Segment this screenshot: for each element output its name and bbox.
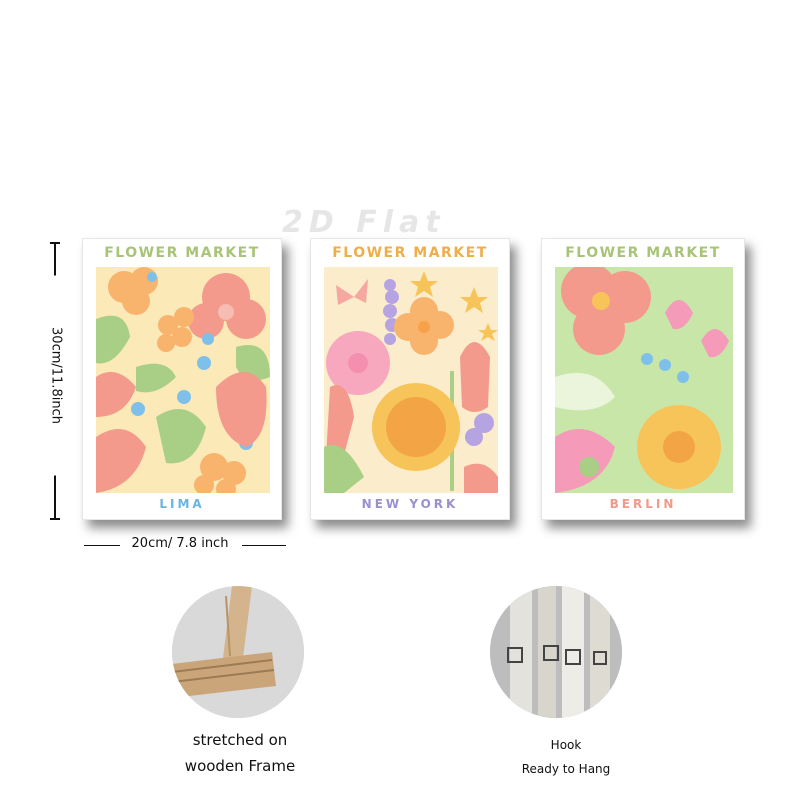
wooden-frame-corner-icon [172,586,304,718]
poster-city: NEW YORK [361,497,459,511]
watermark: 2D Flat [282,205,446,240]
poster-lima: FLOWER MARKET LIMA [82,238,282,520]
yellow-flower [637,405,721,489]
sunflower [372,383,460,471]
poster-city: LIMA [159,497,205,511]
width-dimension-label: 20cm/ 7.8 inch [131,536,229,551]
feature-caption-line1: stretched on [192,731,288,749]
poster-new-york: FLOWER MARKET NEW YORK [310,238,510,520]
berlin-floral-artwork [555,267,733,493]
poster-title: FLOWER MARKET [565,245,721,261]
wooden-frame-photo [172,586,304,718]
poster-title: FLOWER MARKET [104,245,260,261]
hook-photo [490,586,622,718]
lima-floral-artwork [96,267,270,493]
width-dimension-line-right [242,545,286,546]
feature-caption-line2: Ready to Hang [521,762,611,776]
feature-caption-line2: wooden Frame [184,757,296,775]
poster-city: BERLIN [609,497,677,511]
height-dimension-label: 30cm/11.8inch [48,275,64,476]
poster-title: FLOWER MARKET [332,245,488,261]
new-york-floral-artwork [324,267,498,493]
hook-icon [490,586,622,718]
feature-caption-line1: Hook [550,738,582,752]
width-dimension-line-left [84,545,120,546]
poster-berlin: FLOWER MARKET BERLIN [541,238,745,520]
